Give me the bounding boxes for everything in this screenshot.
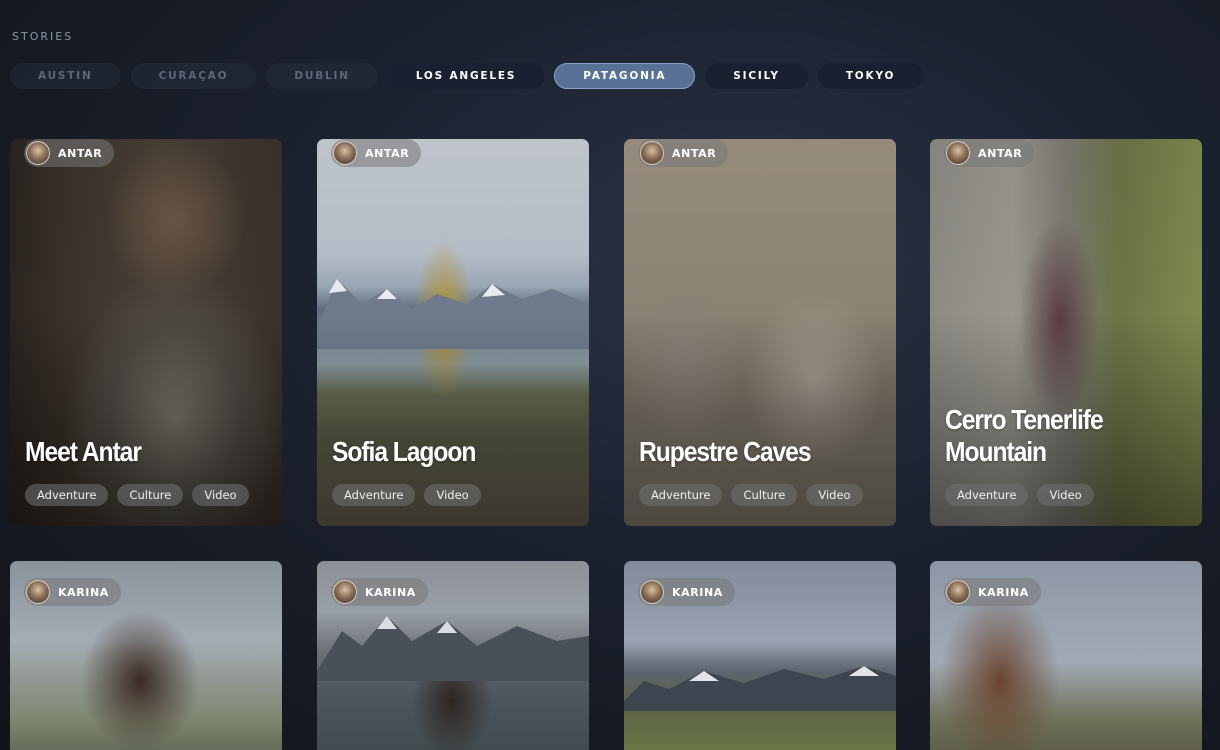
tag[interactable]: Video bbox=[424, 484, 481, 506]
author-name: ANTAR bbox=[672, 146, 717, 160]
story-card-karina-1[interactable]: KARINA bbox=[10, 561, 282, 750]
story-title: Cerro Tenerlife Mountain bbox=[945, 404, 1104, 467]
tag[interactable]: Adventure bbox=[332, 484, 416, 506]
author-chip[interactable]: ANTAR bbox=[331, 139, 422, 167]
author-chip[interactable]: ANTAR bbox=[944, 139, 1035, 167]
author-chip[interactable]: KARINA bbox=[24, 578, 121, 606]
tag[interactable]: Adventure bbox=[639, 484, 723, 506]
tab-dublin[interactable]: DUBLIN bbox=[266, 63, 378, 89]
tag-list: Adventure Video bbox=[945, 484, 1094, 506]
tab-curacao[interactable]: CURAÇAO bbox=[130, 63, 257, 89]
story-card-cerro-tenerlife[interactable]: ANTAR Cerro Tenerlife Mountain Adventure… bbox=[930, 139, 1202, 526]
story-title: Meet Antar bbox=[25, 436, 142, 467]
avatar bbox=[333, 580, 357, 604]
avatar bbox=[333, 141, 357, 165]
tag-list: Adventure Video bbox=[332, 484, 481, 506]
author-name: KARINA bbox=[365, 585, 416, 599]
tab-austin[interactable]: AUSTIN bbox=[10, 63, 121, 89]
avatar bbox=[26, 580, 50, 604]
avatar bbox=[946, 580, 970, 604]
story-card-karina-3[interactable]: KARINA bbox=[624, 561, 896, 750]
story-card-rupestre-caves[interactable]: ANTAR Rupestre Caves Adventure Culture V… bbox=[624, 139, 896, 526]
story-title: Sofia Lagoon bbox=[332, 436, 476, 467]
story-title: Rupestre Caves bbox=[639, 436, 812, 467]
tag[interactable]: Adventure bbox=[25, 484, 109, 506]
author-name: KARINA bbox=[978, 585, 1029, 599]
story-card-sofia-lagoon[interactable]: ANTAR Sofia Lagoon Adventure Video bbox=[317, 139, 589, 526]
author-name: ANTAR bbox=[58, 146, 103, 160]
avatar bbox=[640, 141, 664, 165]
tag[interactable]: Video bbox=[806, 484, 863, 506]
author-chip[interactable]: KARINA bbox=[944, 578, 1041, 606]
tag[interactable]: Video bbox=[192, 484, 249, 506]
author-chip[interactable]: ANTAR bbox=[638, 139, 729, 167]
tag-list: Adventure Culture Video bbox=[25, 484, 249, 506]
author-chip[interactable]: ANTAR bbox=[24, 139, 115, 167]
author-chip[interactable]: KARINA bbox=[331, 578, 428, 606]
tag-list: Adventure Culture Video bbox=[639, 484, 863, 506]
tab-sicily[interactable]: SICILY bbox=[705, 63, 808, 89]
author-name: ANTAR bbox=[365, 146, 410, 160]
author-name: KARINA bbox=[672, 585, 723, 599]
tab-patagonia[interactable]: PATAGONIA bbox=[554, 63, 696, 89]
story-card-karina-4[interactable]: KARINA bbox=[930, 561, 1202, 750]
story-card-karina-2[interactable]: KARINA bbox=[317, 561, 589, 750]
author-name: ANTAR bbox=[978, 146, 1023, 160]
city-tabs: AUSTIN CURAÇAO DUBLIN LOS ANGELES PATAGO… bbox=[10, 63, 924, 89]
author-chip[interactable]: KARINA bbox=[638, 578, 735, 606]
avatar bbox=[640, 580, 664, 604]
story-card-meet-antar[interactable]: ANTAR Meet Antar Adventure Culture Video bbox=[10, 139, 282, 526]
author-name: KARINA bbox=[58, 585, 109, 599]
avatar bbox=[946, 141, 970, 165]
tag[interactable]: Culture bbox=[731, 484, 798, 506]
tag[interactable]: Culture bbox=[117, 484, 184, 506]
section-label: STORIES bbox=[12, 30, 74, 43]
tab-los-angeles[interactable]: LOS ANGELES bbox=[387, 63, 545, 89]
tag[interactable]: Adventure bbox=[945, 484, 1029, 506]
mountain-ridge-icon bbox=[624, 666, 896, 711]
avatar bbox=[26, 141, 50, 165]
tag[interactable]: Video bbox=[1037, 484, 1094, 506]
tab-tokyo[interactable]: TOKYO bbox=[817, 63, 924, 89]
mountain-peaks-icon bbox=[317, 616, 589, 681]
